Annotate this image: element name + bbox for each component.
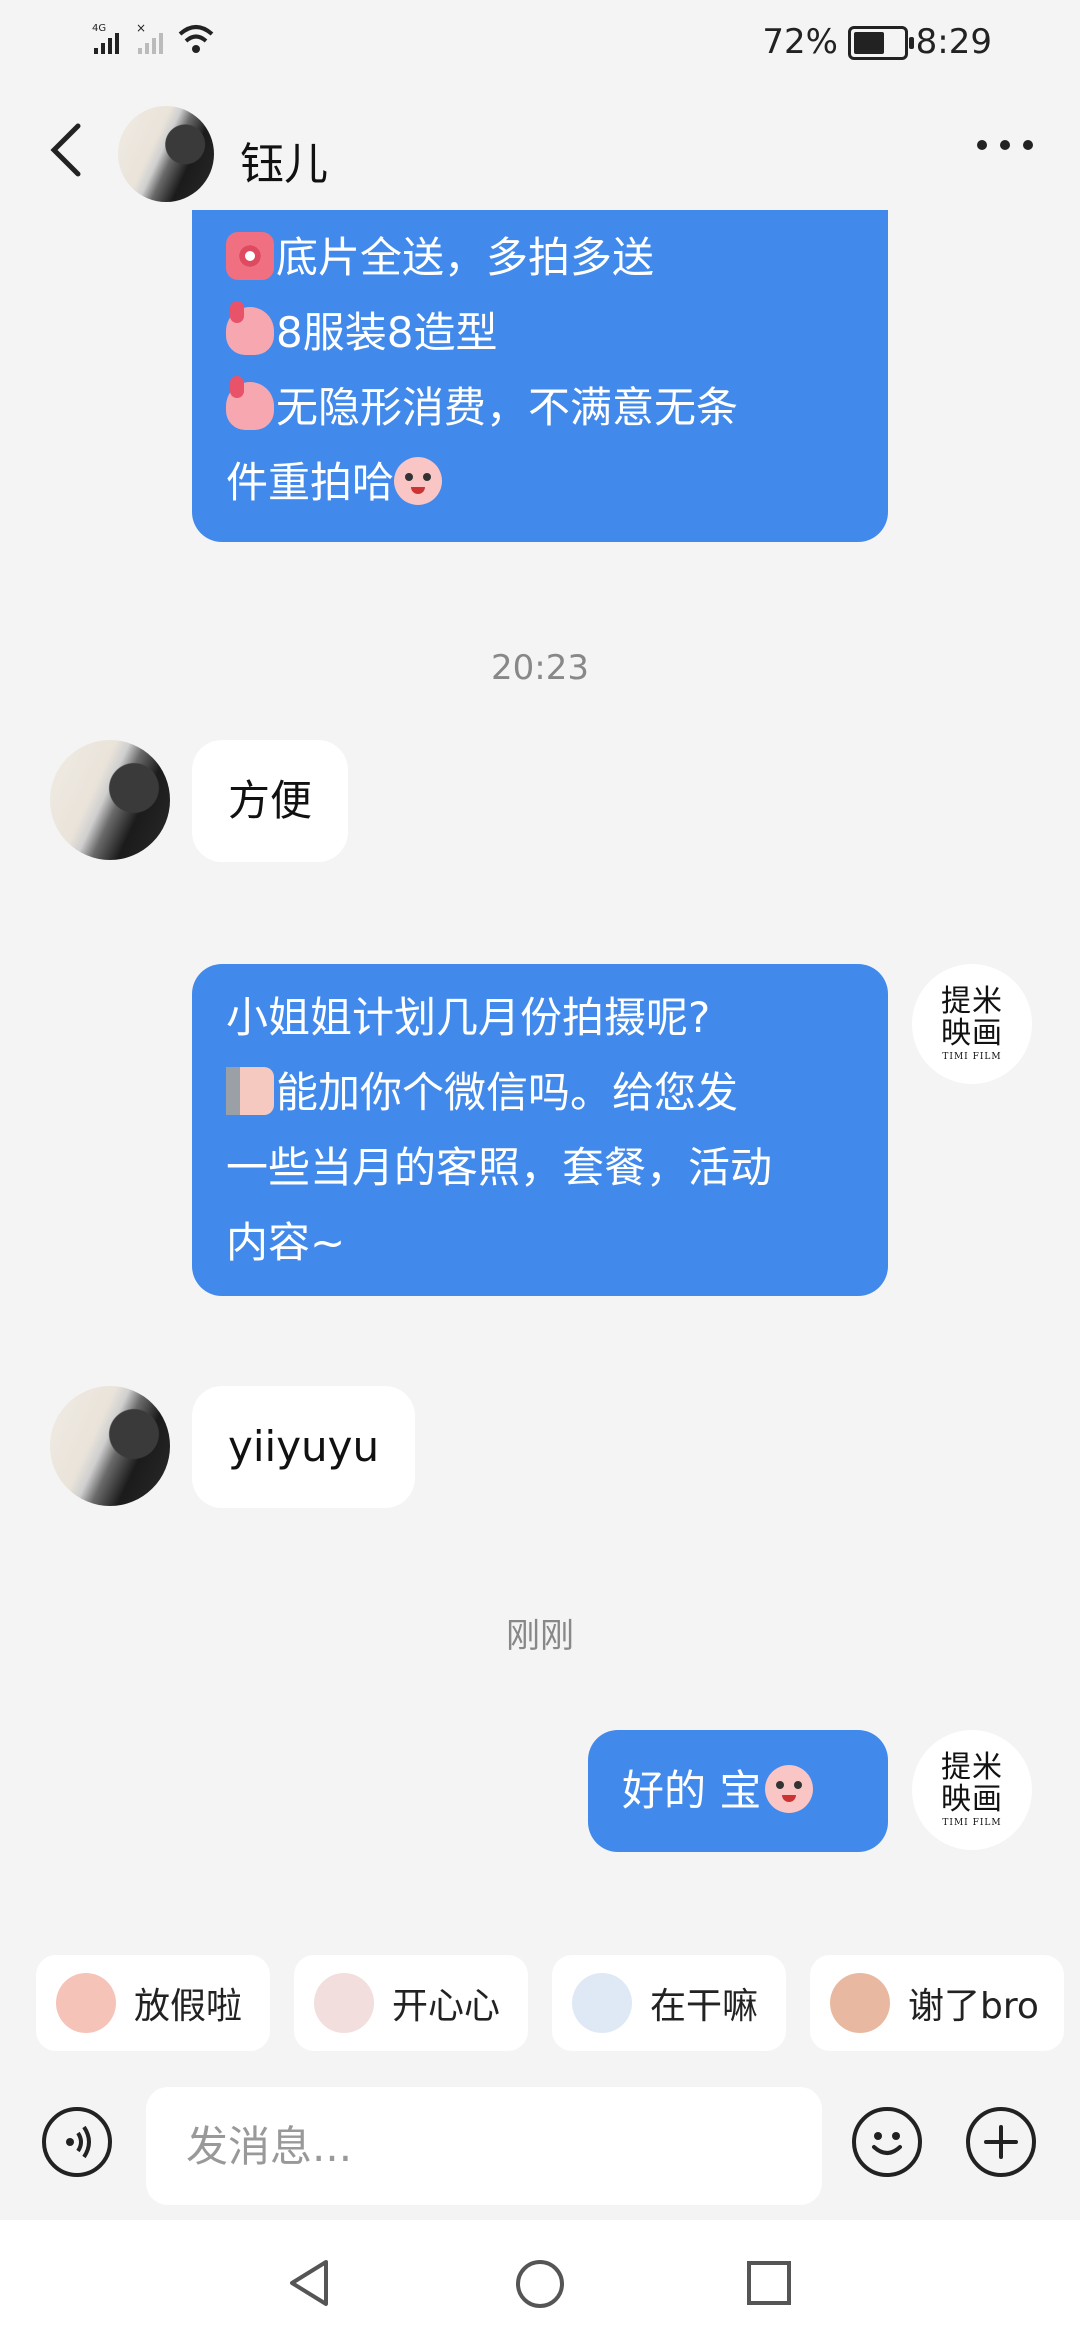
message-line: 无隐形消费，不满意无条 [226,370,854,445]
battery-level [854,32,885,54]
quick-reply-chip[interactable]: 放假啦 [36,1955,270,2051]
nav-home-icon[interactable] [514,2258,566,2310]
svg-text:×: × [136,22,146,35]
message-line: 小姐姐计划几月份拍摄呢? [226,993,711,1042]
nav-back-icon[interactable] [286,2258,332,2308]
quick-reply-chip[interactable]: 在干嘛 [552,1955,786,2051]
heart-ghost-sticker-icon [314,1973,374,2033]
message-line: 8服装8造型 [226,295,854,370]
brand-avatar[interactable]: 提米 映画 TIMI FILM [912,964,1032,1084]
contact-avatar[interactable] [50,740,170,860]
more-options-icon[interactable] [974,134,1036,156]
contact-name[interactable]: 钰儿 [240,128,328,192]
message-bubble-outgoing[interactable]: 好的 宝 [588,1730,888,1852]
message-line: 底片全送，多拍多送 [226,220,854,295]
back-arrow-icon[interactable] [44,120,88,180]
thumbs-up-emoji [226,376,274,430]
message-bubble-outgoing[interactable]: 小姐姐计划几月份拍摄呢? 能加你个微信吗。给您发 一些当月的客照，套餐，活动 内… [192,964,888,1296]
message-line: 件重拍哈 [226,445,854,520]
signal-4g-icon: 4G [92,23,119,54]
peeking-emoji [226,1067,274,1115]
sunglasses-sticker-icon [56,1973,116,2033]
network-indicators: 4G × [92,22,216,56]
battery-icon [848,26,914,60]
timestamp-separator: 刚刚 [506,1616,574,1656]
svg-text:4G: 4G [92,23,106,34]
message-bubble-outgoing[interactable]: 底片全送，多拍多送 8服装8造型 无隐形消费，不满意无条 件重拍哈 [192,210,888,542]
message-line: 内容~ [226,1218,346,1267]
brand-avatar[interactable]: 提米 映画 TIMI FILM [912,1730,1032,1850]
quick-reply-chip[interactable]: 谢了bro [810,1955,1064,2051]
thanks-sticker-icon [830,1973,890,2033]
camera-emoji [226,232,274,280]
voice-input-icon[interactable] [42,2107,112,2177]
timestamp-separator: 20:23 [491,648,589,688]
clock: 8:29 [915,22,992,62]
blush-face-emoji [765,1765,814,1813]
contact-avatar[interactable] [50,1386,170,1506]
status-bar: 4G × 72% 8:29 [0,0,1080,88]
message-list[interactable]: 底片全送，多拍多送 8服装8造型 无隐形消费，不满意无条 件重拍哈 20:23 … [0,210,1080,1918]
message-bubble-incoming[interactable]: 方便 [192,740,349,862]
laughing-face-emoji [394,457,443,505]
contact-avatar[interactable] [118,106,214,202]
emoji-icon[interactable] [852,2107,922,2177]
message-bubble-incoming[interactable]: yiiyuyu [192,1386,416,1508]
message-input[interactable] [146,2087,822,2205]
quick-reply-chip[interactable]: 开心心 [294,1955,528,2051]
magnifier-sticker-icon [572,1973,632,2033]
chat-header: 钰儿 [0,88,1080,218]
message-line: 一些当月的客照，套餐，活动 [226,1143,773,1192]
add-attachment-icon[interactable] [966,2107,1036,2177]
battery-percentage: 72% [762,22,838,62]
signal-no-sim-icon: × [136,22,163,54]
message-line: 能加你个微信吗。给您发 [226,1055,854,1130]
nav-recents-icon[interactable] [746,2260,792,2306]
system-navigation-bar [0,2220,1080,2340]
input-bar [0,2075,1080,2215]
thumbs-up-emoji [226,301,274,355]
wifi-icon [178,25,214,53]
